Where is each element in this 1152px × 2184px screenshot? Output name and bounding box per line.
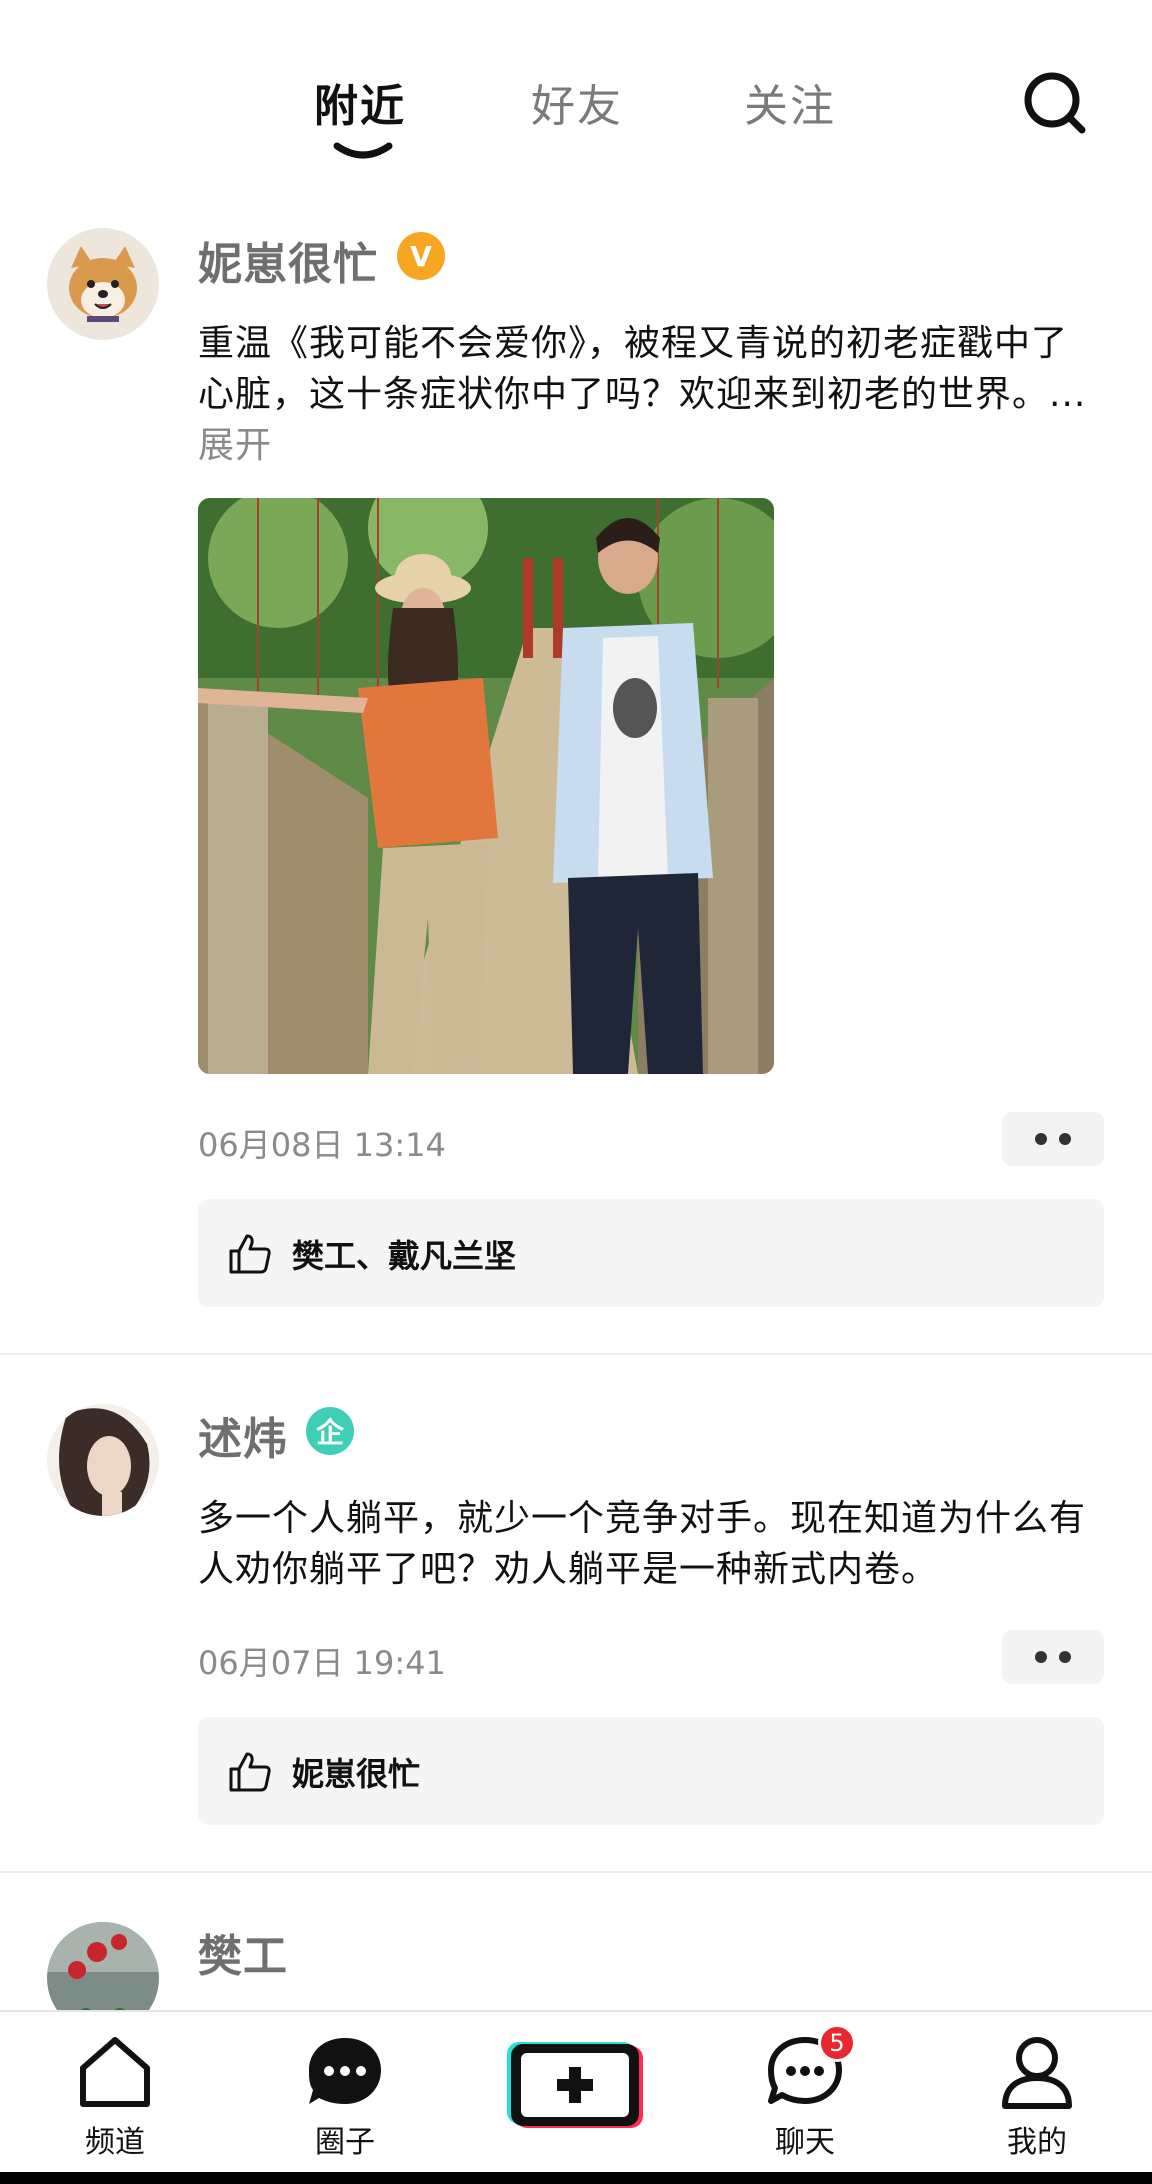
bottom-nav-bar: 频道 圈子 聊天 我的 — [0, 2010, 1152, 2172]
tab-friends[interactable]: 好友 — [531, 70, 623, 134]
nav-label: 圈子 — [315, 2125, 375, 2160]
nav-label: 频道 — [85, 2125, 145, 2160]
dot-icon — [1035, 1651, 1047, 1663]
post-timestamp: 06月07日 19:41 — [198, 1644, 446, 1682]
username[interactable]: 妮崽很忙 — [198, 228, 378, 292]
thumbs-up-icon[interactable] — [228, 1233, 272, 1275]
post-text: 重温《我可能不会爱你》，被程又青说的初老症戳中了心脏，这十条症状你中了吗？欢迎来… — [198, 318, 1098, 471]
enterprise-badge: 企 — [306, 1407, 354, 1455]
chat-unread-badge: 5 — [818, 2024, 856, 2062]
tab-nearby[interactable]: 附近 — [314, 70, 406, 134]
expand-link[interactable]: 展开 — [198, 425, 272, 466]
woman-profile-avatar-image — [47, 1404, 159, 1516]
nav-label: 聊天 — [775, 2125, 835, 2160]
bridge-couple-photo-image — [198, 498, 774, 1074]
circle-chat-icon — [309, 2038, 381, 2104]
nav-item-circle[interactable]: 圈子 — [275, 2012, 415, 2174]
profile-icon — [1002, 2037, 1072, 2109]
post-divider — [0, 1353, 1152, 1355]
nav-item-add-post[interactable] — [505, 2012, 645, 2174]
nav-item-channel[interactable]: 频道 — [45, 2012, 185, 2174]
dot-icon — [1059, 1133, 1071, 1145]
username[interactable]: 樊工 — [198, 1920, 288, 1984]
avatar[interactable] — [47, 1404, 159, 1516]
likes-box: 樊工、戴凡兰坚 — [198, 1199, 1104, 1307]
liked-by-names[interactable]: 妮崽很忙 — [292, 1749, 420, 1795]
username[interactable]: 述炜 — [198, 1403, 288, 1467]
search-icon[interactable] — [1020, 68, 1090, 138]
post-text: 多一个人躺平，就少一个竞争对手。现在知道为什么有人劝你躺平了吧？劝人躺平是一种新… — [198, 1498, 1087, 1590]
active-tab-indicator — [333, 142, 393, 159]
post-photo[interactable] — [198, 498, 774, 1074]
thumbs-up-icon[interactable] — [228, 1751, 272, 1793]
shiba-dog-avatar-image — [47, 228, 159, 340]
add-post-icon — [507, 2042, 643, 2128]
home-indicator-bar — [0, 2172, 1152, 2184]
post-timestamp: 06月08日 13:14 — [198, 1126, 446, 1164]
tab-following[interactable]: 关注 — [744, 70, 836, 134]
nav-label: 我的 — [1007, 2125, 1067, 2160]
feed-screen: 附近 好友 关注 妮崽很忙 V 重温《我可能不会爱你》，被程又青说的初老症戳中了… — [0, 0, 1152, 2184]
post-divider — [0, 1871, 1152, 1873]
top-tab-bar: 附近 好友 关注 — [0, 0, 1152, 190]
home-icon — [80, 2037, 150, 2107]
nav-item-me[interactable]: 我的 — [967, 2012, 1107, 2174]
post-text-content: 重温《我可能不会爱你》，被程又青说的初老症戳中了心脏，这十条症状你中了吗？欢迎来… — [198, 323, 1087, 415]
more-options-button[interactable] — [1002, 1630, 1104, 1684]
verified-badge: V — [397, 232, 445, 280]
liked-by-names[interactable]: 樊工、戴凡兰坚 — [292, 1231, 516, 1277]
dot-icon — [1059, 1651, 1071, 1663]
dot-icon — [1035, 1133, 1047, 1145]
likes-box: 妮崽很忙 — [198, 1717, 1104, 1825]
avatar[interactable] — [47, 228, 159, 340]
more-options-button[interactable] — [1002, 1112, 1104, 1166]
